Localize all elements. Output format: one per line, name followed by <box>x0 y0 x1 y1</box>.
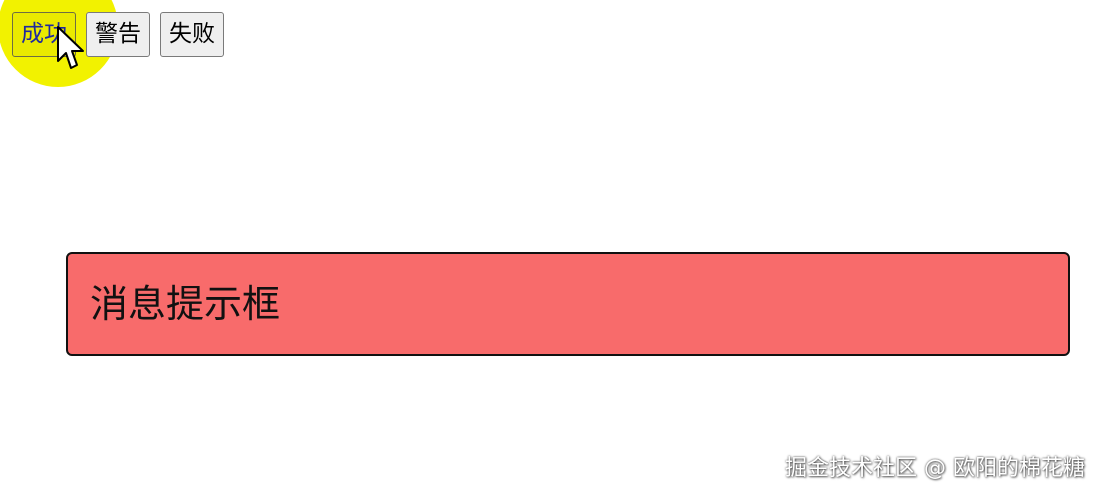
watermark-text: 掘金技术社区 @ 欧阳的棉花糖 <box>785 456 1085 481</box>
message-text: 消息提示框 <box>90 282 281 326</box>
fail-button[interactable]: 失败 <box>160 12 224 57</box>
message-box: 消息提示框 <box>66 252 1070 356</box>
button-toolbar: 成功 警告 失败 <box>12 12 224 57</box>
warning-button[interactable]: 警告 <box>86 12 150 57</box>
success-button[interactable]: 成功 <box>12 12 76 57</box>
